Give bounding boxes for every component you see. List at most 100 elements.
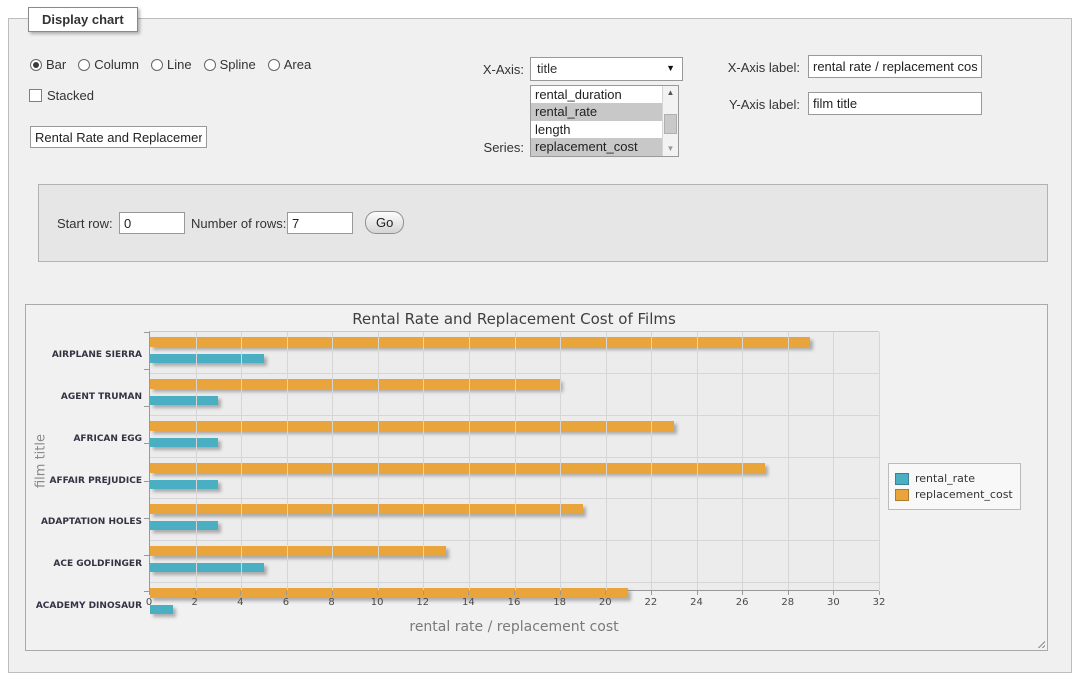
chart-type-option-bar[interactable]: Bar xyxy=(30,57,66,72)
x-axis-tick xyxy=(286,591,287,595)
x-axis-tick xyxy=(605,591,606,595)
gridline xyxy=(332,332,333,590)
chart-type-option-line[interactable]: Line xyxy=(151,57,192,72)
gridline xyxy=(423,332,424,590)
start-row-label: Start row: xyxy=(57,216,127,231)
gridline xyxy=(241,332,242,590)
category-label: ACADEMY DINOSAUR xyxy=(36,601,142,611)
chart-title-input[interactable] xyxy=(30,126,207,148)
x-tick-label: 24 xyxy=(690,597,703,608)
radio-icon[interactable] xyxy=(30,59,42,71)
category-label: AFFAIR PREJUDICE xyxy=(49,476,142,486)
x-axis-select[interactable]: title ▼ xyxy=(530,57,683,81)
bar-rental-rate xyxy=(150,480,218,489)
chart-type-label: Area xyxy=(284,57,311,72)
y-axis-tick xyxy=(144,406,149,407)
category-label: ADAPTATION HOLES xyxy=(41,517,142,527)
chart-type-option-spline[interactable]: Spline xyxy=(204,57,256,72)
series-option-replacement_cost[interactable]: replacement_cost xyxy=(531,138,662,155)
x-axis-caption-label: X-Axis label: xyxy=(665,60,800,75)
radio-icon[interactable] xyxy=(268,59,280,71)
gridline xyxy=(196,332,197,590)
gridline xyxy=(879,332,880,590)
bar-rental-rate xyxy=(150,354,264,363)
chart-type-label: Column xyxy=(94,57,139,72)
chart-container: Rental Rate and Replacement Cost of Film… xyxy=(25,304,1048,651)
plot-area: AIRPLANE SIERRAAGENT TRUMANAFRICAN EGGAF… xyxy=(149,331,879,591)
x-axis-selected-value: title xyxy=(537,61,557,76)
chart-legend: rental_rate replacement_cost xyxy=(888,463,1021,510)
bar-replacement-cost xyxy=(150,421,674,431)
bar-replacement-cost xyxy=(150,337,810,347)
chart-title: Rental Rate and Replacement Cost of Film… xyxy=(149,310,879,328)
x-axis-tick xyxy=(240,591,241,595)
radio-icon[interactable] xyxy=(151,59,163,71)
x-tick-label: 2 xyxy=(191,597,197,608)
x-tick-label: 8 xyxy=(328,597,334,608)
gridline xyxy=(606,332,607,590)
x-axis-tick xyxy=(833,591,834,595)
x-axis-tick xyxy=(742,591,743,595)
x-axis-tick xyxy=(423,591,424,595)
series-option-rental_duration[interactable]: rental_duration xyxy=(531,86,662,103)
legend-swatch-icon xyxy=(895,473,909,485)
stacked-option[interactable]: Stacked xyxy=(29,88,94,103)
bar-rental-rate xyxy=(150,521,218,530)
x-axis-tick xyxy=(468,591,469,595)
chart-type-option-area[interactable]: Area xyxy=(268,57,311,72)
legend-item-rental_rate[interactable]: rental_rate xyxy=(895,472,1013,485)
resize-handle-icon[interactable] xyxy=(1035,638,1045,648)
scrollbar-thumb[interactable] xyxy=(664,114,677,134)
x-axis-ticks: 02468101214161820222426283032 xyxy=(149,597,879,611)
category-label: ACE GOLDFINGER xyxy=(53,559,142,569)
x-axis-tick xyxy=(651,591,652,595)
x-tick-label: 14 xyxy=(462,597,475,608)
x-tick-label: 10 xyxy=(371,597,384,608)
category-label: AFRICAN EGG xyxy=(73,434,142,444)
y-axis-tick xyxy=(144,555,149,556)
radio-icon[interactable] xyxy=(78,59,90,71)
x-axis-tick xyxy=(879,591,880,595)
y-axis-tick xyxy=(144,332,149,333)
go-button[interactable]: Go xyxy=(365,211,404,234)
chart-type-label: Spline xyxy=(220,57,256,72)
x-axis-caption-input[interactable] xyxy=(808,55,982,78)
x-axis-tick xyxy=(377,591,378,595)
bar-replacement-cost xyxy=(150,463,765,473)
number-of-rows-input[interactable] xyxy=(287,212,353,234)
x-tick-label: 4 xyxy=(237,597,243,608)
series-listbox[interactable]: rental_durationrental_ratelengthreplacem… xyxy=(530,85,679,157)
bar-rental-rate xyxy=(150,438,218,447)
gridline xyxy=(697,332,698,590)
series-options: rental_durationrental_ratelengthreplacem… xyxy=(531,86,662,156)
x-axis-tick xyxy=(560,591,561,595)
bar-replacement-cost xyxy=(150,546,446,556)
series-option-rental_rate[interactable]: rental_rate xyxy=(531,103,662,120)
scroll-down-icon[interactable]: ▼ xyxy=(663,142,678,156)
legend-item-replacement_cost[interactable]: replacement_cost xyxy=(895,488,1013,501)
series-option-length[interactable]: length xyxy=(531,121,662,138)
gridline xyxy=(833,332,834,590)
chart-type-option-column[interactable]: Column xyxy=(78,57,139,72)
chart-x-axis-title: rental rate / replacement cost xyxy=(149,619,879,635)
bar-rental-rate xyxy=(150,563,264,572)
x-axis-tick xyxy=(697,591,698,595)
chart-type-label: Bar xyxy=(46,57,66,72)
x-axis-tick xyxy=(514,591,515,595)
bar-rental-rate xyxy=(150,396,218,405)
x-tick-label: 30 xyxy=(827,597,840,608)
stacked-checkbox[interactable] xyxy=(29,89,42,102)
radio-icon[interactable] xyxy=(204,59,216,71)
y-axis-caption-input[interactable] xyxy=(808,92,982,115)
stacked-label: Stacked xyxy=(47,88,94,103)
start-row-input[interactable] xyxy=(119,212,185,234)
y-axis-tick xyxy=(144,369,149,370)
x-tick-label: 0 xyxy=(146,597,152,608)
category-label: AIRPLANE SIERRA xyxy=(52,350,142,360)
category-label: AGENT TRUMAN xyxy=(61,392,142,402)
legend-swatch-icon xyxy=(895,489,909,501)
gridline xyxy=(788,332,789,590)
legend-label: replacement_cost xyxy=(915,488,1013,501)
gridline xyxy=(651,332,652,590)
x-tick-label: 16 xyxy=(508,597,521,608)
